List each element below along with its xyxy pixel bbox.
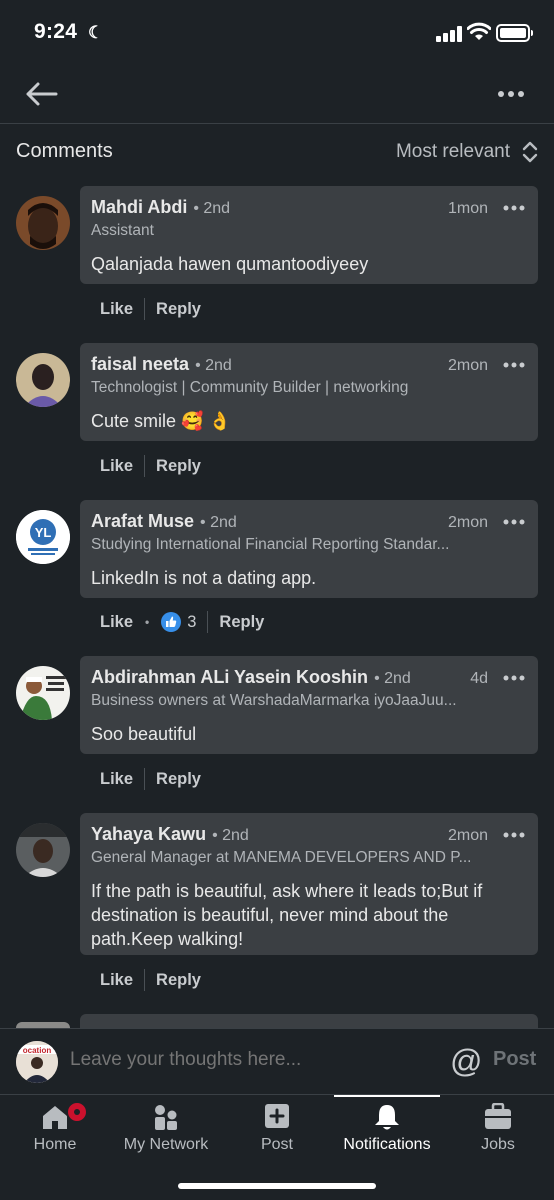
tab-label: Post [260, 1136, 293, 1153]
commenter-headline: Business owners at WarshadaMarmarka iyoJ… [91, 692, 457, 709]
comment-text: Qalanjada hawen qumantoodiyeey [91, 254, 369, 274]
commenter-name[interactable]: Yahaya Kawu [91, 824, 206, 845]
comment-bubble: Mahdi Abdi • 2nd 1mon Assistant Qalanjad… [80, 186, 538, 284]
commenter-avatar[interactable] [16, 823, 70, 877]
comment-text: Cute smile 🥰 👌 [91, 411, 231, 431]
comment-more-icon[interactable] [502, 825, 526, 845]
sort-label: Most relevant [395, 141, 510, 162]
reply-button[interactable]: Reply [156, 971, 201, 990]
top-nav-bar [0, 66, 554, 124]
cellular-signal-icon [436, 26, 464, 42]
post-comment-button[interactable]: Post [493, 1048, 536, 1071]
svg-text:ocation: ocation [23, 1046, 52, 1055]
wifi-icon [467, 22, 491, 40]
tab-post[interactable]: Post [222, 1095, 332, 1165]
comment-text: Soo beautiful [91, 724, 197, 744]
commenter-headline: Technologist | Community Builder | netwo… [91, 379, 409, 396]
commenter-avatar[interactable]: YL [16, 510, 70, 564]
more-options-icon[interactable] [494, 80, 530, 108]
tab-label: Notifications [343, 1136, 431, 1153]
commenter-headline: General Manager at MANEMA DEVELOPERS AND… [91, 849, 472, 866]
post-icon [265, 1104, 289, 1128]
comment-bubble: Abdirahman ALi Yasein Kooshin • 2nd 4d B… [80, 656, 538, 754]
connection-degree: • 2nd [193, 200, 231, 217]
connection-degree: • 2nd [195, 357, 232, 374]
like-button[interactable]: Like [100, 457, 133, 476]
comment-more-icon[interactable] [502, 198, 526, 218]
comment-item-partial [80, 1014, 538, 1028]
comment-input[interactable] [70, 1049, 430, 1071]
comments-header: Comments Most relevant [0, 124, 554, 182]
comment-time: 2mon [447, 827, 488, 844]
connection-degree: • 2nd [212, 827, 249, 844]
tab-label: My Network [123, 1136, 209, 1153]
briefcase-icon [485, 1103, 511, 1129]
thumbs-up-reaction-icon [161, 612, 182, 632]
my-avatar: ocation [16, 1041, 58, 1083]
like-button[interactable]: Like [100, 770, 133, 789]
sort-dropdown[interactable]: Most relevant [396, 138, 538, 166]
like-button[interactable]: Like [100, 613, 133, 632]
comment-text: LinkedIn is not a dating app. [91, 568, 317, 588]
notification-badge [66, 1101, 88, 1123]
connection-degree: • 2nd [374, 670, 411, 687]
tab-label: Jobs [481, 1136, 515, 1153]
commenter-avatar[interactable] [16, 353, 70, 407]
comment-actions: Like Reply [100, 968, 201, 992]
home-icon [43, 1106, 67, 1129]
like-button[interactable]: Like [100, 971, 133, 990]
bell-icon [375, 1105, 399, 1130]
moon-icon: ☾ [88, 23, 104, 42]
reaction-count-number: 3 [187, 612, 197, 631]
reply-button[interactable]: Reply [156, 300, 201, 319]
comment-more-icon[interactable] [502, 512, 526, 532]
comment-input-bar: ocation @ Post [0, 1028, 554, 1094]
svg-text:YL: YL [35, 525, 52, 540]
commenter-avatar[interactable] [16, 196, 70, 250]
comment-bubble: Arafat Muse • 2nd 2mon Studying Internat… [80, 500, 538, 598]
tab-my-network[interactable]: My Network [110, 1095, 222, 1165]
reply-button[interactable]: Reply [156, 770, 201, 789]
like-button[interactable]: Like [100, 300, 133, 319]
comment-actions: Like Reply [100, 297, 201, 321]
reply-button[interactable]: Reply [156, 457, 201, 476]
reaction-count[interactable]: 3 [161, 612, 196, 632]
home-indicator [178, 1183, 376, 1189]
comments-title: Comments [16, 140, 113, 162]
comment-bubble: Yahaya Kawu • 2nd 2mon General Manager a… [80, 813, 538, 955]
mention-at-icon[interactable]: @ [450, 1043, 482, 1080]
sort-chevrons-icon [522, 141, 538, 163]
comment-time: 2mon [447, 514, 488, 531]
reply-button[interactable]: Reply [219, 613, 264, 632]
comment-more-icon[interactable] [502, 355, 526, 375]
status-time: 9:24 ☾ [34, 20, 103, 44]
tab-notifications[interactable]: Notifications [334, 1095, 440, 1165]
comment-bubble: faisal neeta • 2nd 2mon Technologist | C… [80, 343, 538, 441]
commenter-avatar[interactable] [16, 666, 70, 720]
tab-home[interactable]: Home [0, 1095, 110, 1165]
commenter-name[interactable]: Abdirahman ALi Yasein Kooshin [91, 667, 368, 688]
comment-time: 4d [470, 670, 488, 687]
commenter-headline: Studying International Financial Reporti… [91, 536, 450, 553]
tab-label: Home [33, 1136, 77, 1153]
comment-more-icon[interactable] [502, 668, 526, 688]
comment-actions: Like Reply [100, 454, 201, 478]
comment-text: If the path is beautiful, ask where it l… [91, 881, 483, 949]
comment-time: 1mon [447, 200, 488, 217]
battery-icon [496, 24, 533, 42]
commenter-headline: Assistant [91, 222, 154, 239]
connection-degree: • 2nd [200, 514, 237, 531]
comment-actions: Like • 3 Reply [100, 610, 264, 634]
tab-jobs[interactable]: Jobs [444, 1095, 552, 1165]
network-icon [155, 1105, 177, 1130]
comment-time: 2mon [447, 357, 488, 374]
commenter-name[interactable]: faisal neeta [91, 354, 189, 375]
status-time-text: 9:24 [34, 20, 78, 43]
back-arrow-icon[interactable] [22, 78, 62, 110]
commenter-name[interactable]: Arafat Muse [91, 511, 194, 532]
comment-actions: Like Reply [100, 767, 201, 791]
commenter-name[interactable]: Mahdi Abdi [91, 197, 187, 218]
status-bar: 9:24 ☾ [0, 0, 554, 66]
